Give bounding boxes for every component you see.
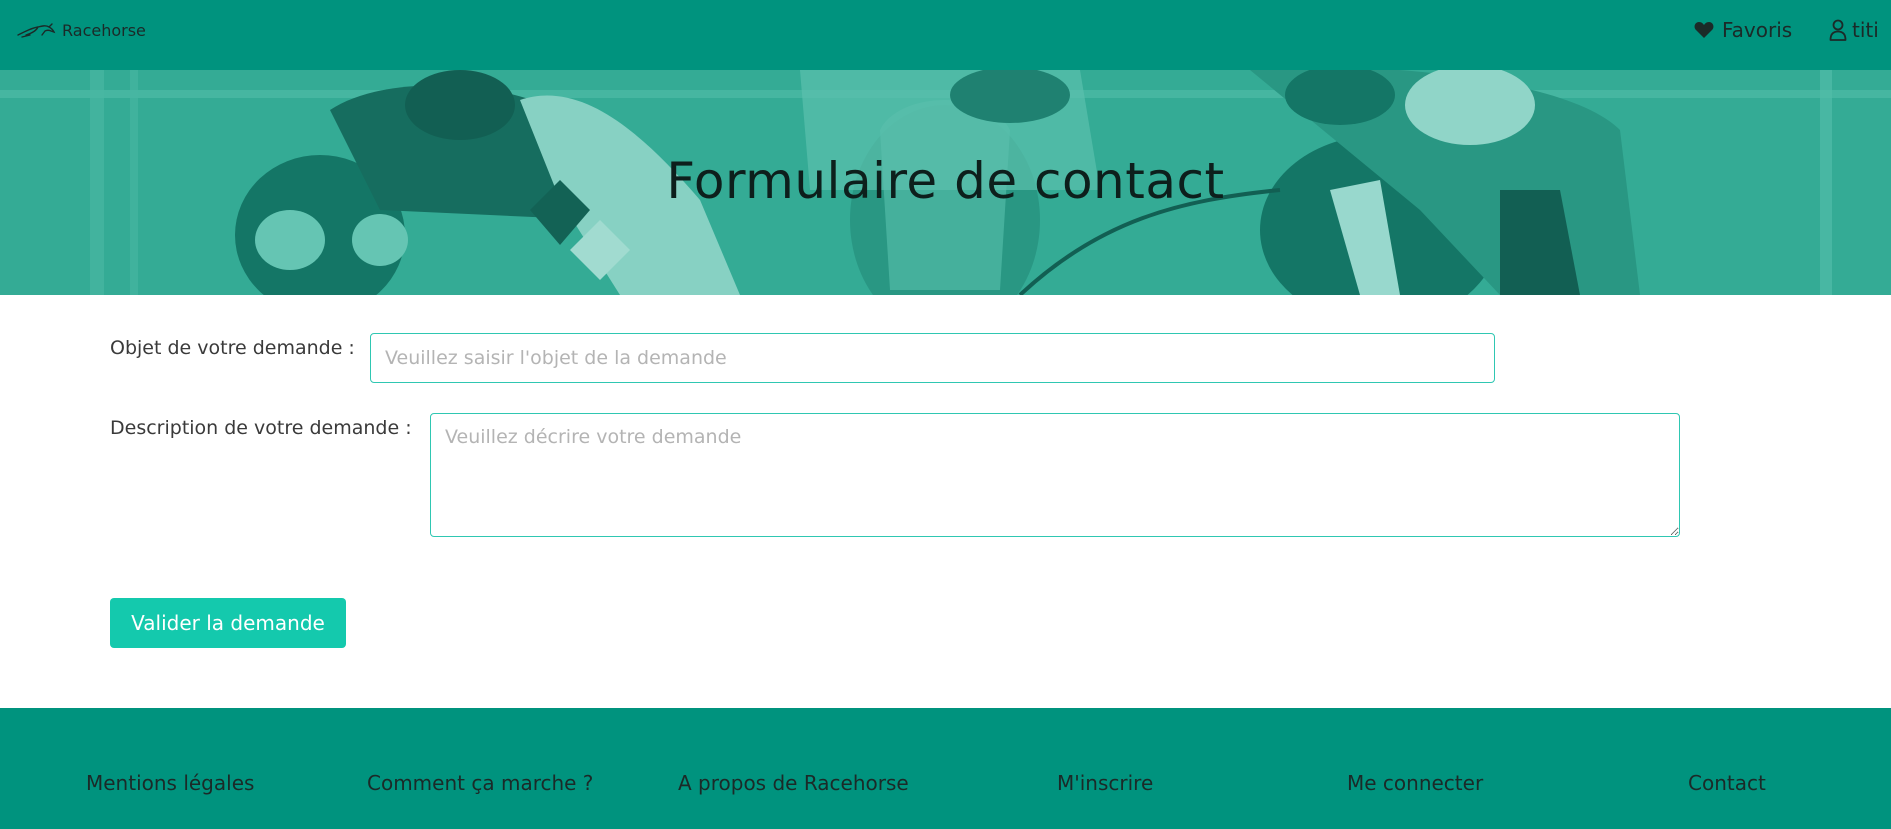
footer-link-register[interactable]: M'inscrire <box>1057 771 1153 795</box>
footer-link-legal[interactable]: Mentions légales <box>86 771 254 795</box>
hero-banner: Formulaire de contact <box>0 70 1891 295</box>
footer-link-how-it-works[interactable]: Comment ça marche ? <box>367 771 593 795</box>
description-label: Description de votre demande : <box>110 417 412 439</box>
brand-name: Racehorse <box>62 20 146 40</box>
user-menu[interactable]: titi <box>1829 16 1879 44</box>
subject-input[interactable] <box>370 333 1495 383</box>
favorites-label: Favoris <box>1722 18 1793 42</box>
horse-logo-icon <box>17 23 56 38</box>
footer: Mentions légales Comment ça marche ? A p… <box>0 708 1891 829</box>
footer-link-login[interactable]: Me connecter <box>1347 771 1483 795</box>
user-icon <box>1829 19 1847 41</box>
subject-label: Objet de votre demande : <box>110 337 355 359</box>
heart-icon <box>1694 22 1714 38</box>
page-title: Formulaire de contact <box>666 152 1225 210</box>
user-name: titi <box>1852 18 1879 42</box>
submit-request-button[interactable]: Valider la demande <box>110 598 346 648</box>
brand-link[interactable]: Racehorse <box>16 18 146 42</box>
top-navbar: Racehorse Favoris titi <box>0 0 1891 70</box>
footer-link-about[interactable]: A propos de Racehorse <box>678 771 909 795</box>
favorites-link[interactable]: Favoris <box>1694 16 1792 44</box>
footer-link-contact[interactable]: Contact <box>1688 771 1766 795</box>
description-textarea[interactable] <box>430 413 1680 537</box>
